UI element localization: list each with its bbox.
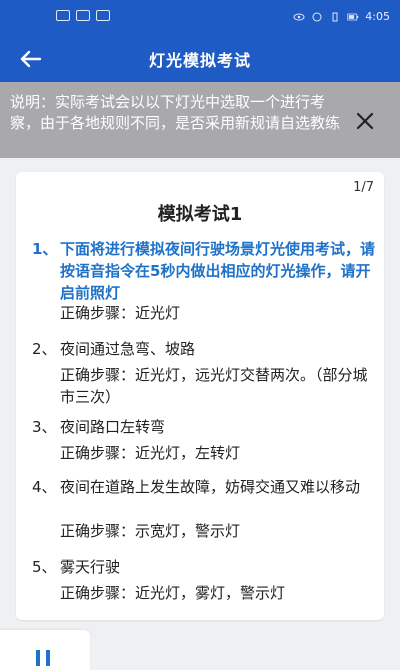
- app-bar: 灯光模拟考试: [0, 34, 400, 82]
- message-icon: [76, 10, 90, 21]
- battery-icon: [347, 13, 359, 20]
- question-counter: 1/7: [353, 180, 374, 195]
- page-title: 灯光模拟考试: [148, 51, 251, 70]
- status-icons-right: 4:05: [293, 10, 390, 23]
- question-step: 正确步骤：近光灯，雾灯，警示灯: [60, 584, 286, 602]
- question-number: 2、: [32, 340, 57, 358]
- exam-question-1[interactable]: 1、 下面将进行模拟夜间行驶场景灯光使用考试，请按语音指令在5秒内做出相应的灯光…: [32, 238, 376, 304]
- question-text: 雾天行驶: [60, 558, 121, 576]
- close-icon[interactable]: [356, 112, 374, 130]
- question-step: 正确步骤：示宽灯，警示灯: [60, 522, 241, 540]
- question-text: 夜间路口左转弯: [60, 418, 166, 436]
- status-time: 4:05: [365, 10, 390, 23]
- playback-control[interactable]: [0, 630, 90, 670]
- status-bar: 4:05: [0, 0, 400, 34]
- question-number: 3、: [32, 418, 57, 436]
- exam-question-4[interactable]: 4、 夜间在道路上发生故障，妨碍交通又难以移动: [32, 476, 376, 498]
- question-step: 正确步骤：近光灯，远光灯交替两次。（部分城市三次）: [60, 366, 368, 406]
- status-icons-left: [56, 10, 110, 21]
- exam-question-5[interactable]: 5、 雾天行驶: [32, 556, 376, 578]
- app-icon: [96, 10, 110, 21]
- question-number: 4、: [32, 478, 57, 496]
- question-number: 1、: [32, 240, 58, 258]
- notice-text: 说明：实际考试会以以下灯光中选取一个进行考察，由于各地规则不同，是否采用新规请自…: [10, 93, 341, 132]
- pause-icon[interactable]: [34, 648, 52, 666]
- alarm-icon: [312, 12, 322, 21]
- exam-title: 模拟考试1: [157, 204, 243, 225]
- question-text: 夜间在道路上发生故障，妨碍交通又难以移动: [60, 478, 361, 496]
- exam-question-3[interactable]: 3、 夜间路口左转弯: [32, 416, 376, 438]
- vibrate-icon: [332, 12, 338, 21]
- question-step: 正确步骤：近光灯: [60, 304, 181, 322]
- eye-icon: [293, 13, 305, 20]
- exam-card: 1/7 模拟考试1 1、 下面将进行模拟夜间行驶场景灯光使用考试，请按语音指令在…: [16, 172, 384, 620]
- exam-question-2[interactable]: 2、 夜间通过急弯、坡路: [32, 338, 376, 360]
- question-step: 正确步骤：近光灯，左转灯: [60, 444, 241, 462]
- notification-icon: [56, 10, 70, 21]
- question-text: 夜间通过急弯、坡路: [60, 340, 196, 358]
- notice-banner: 说明：实际考试会以以下灯光中选取一个进行考察，由于各地规则不同，是否采用新规请自…: [0, 82, 400, 158]
- question-number: 5、: [32, 558, 57, 576]
- question-text: 下面将进行模拟夜间行驶场景灯光使用考试，请按语音指令在5秒内做出相应的灯光操作，…: [60, 240, 376, 302]
